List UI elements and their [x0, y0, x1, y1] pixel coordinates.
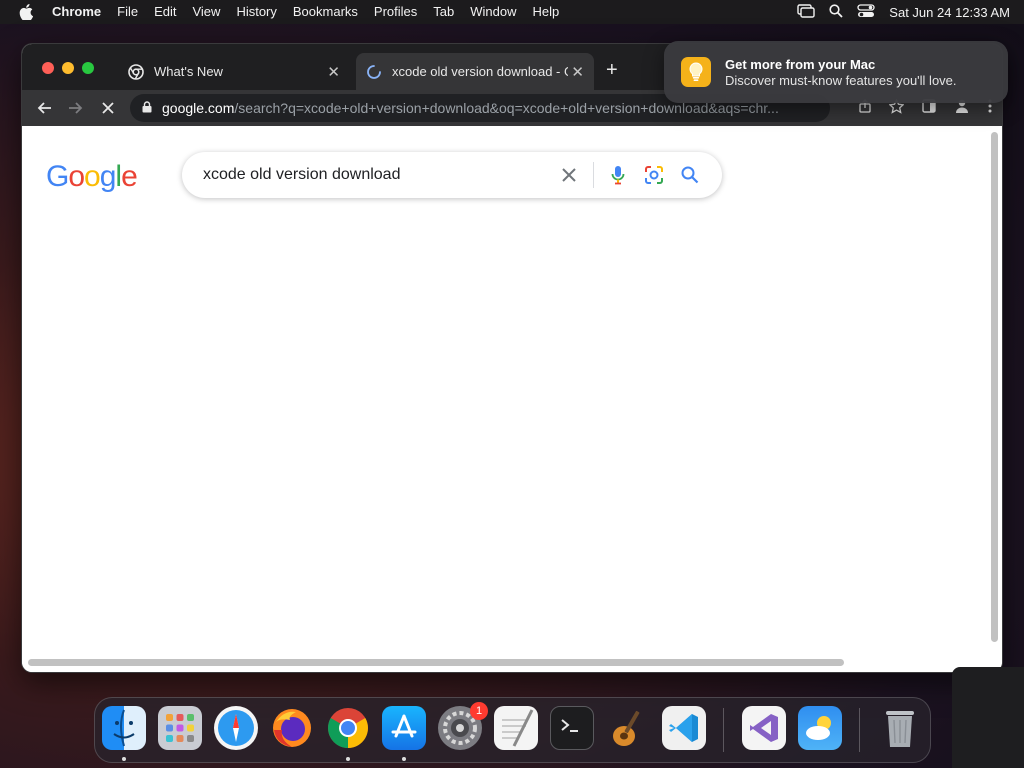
spotlight-search-icon[interactable]	[829, 3, 843, 21]
search-input[interactable]: xcode old version download	[203, 166, 551, 184]
google-logo[interactable]: Google	[46, 160, 138, 194]
back-arrow-icon[interactable]	[34, 98, 54, 118]
dock: 1	[94, 697, 931, 763]
weather-icon[interactable]	[798, 706, 842, 750]
menu-edit[interactable]: Edit	[146, 0, 184, 24]
tab-close-icon[interactable]: ✕	[571, 63, 584, 81]
dock-separator	[723, 708, 724, 752]
menu-view[interactable]: View	[184, 0, 228, 24]
running-indicator	[122, 757, 126, 761]
search-box[interactable]: xcode old version download	[182, 152, 722, 198]
tab-whats-new[interactable]: What's New ✕	[118, 53, 350, 90]
menu-bar: Chrome File Edit View History Bookmarks …	[0, 0, 1024, 24]
lock-icon[interactable]	[142, 100, 152, 116]
running-indicator	[402, 757, 406, 761]
divider	[593, 162, 594, 188]
visual-studio-icon[interactable]	[742, 706, 786, 750]
dock-separator	[859, 708, 860, 752]
menu-profiles[interactable]: Profiles	[366, 0, 425, 24]
garageband-icon[interactable]	[606, 706, 650, 750]
visual-studio-code-icon[interactable]	[662, 706, 706, 750]
firefox-icon[interactable]	[270, 706, 314, 750]
window-controls	[42, 62, 94, 74]
running-indicator	[346, 757, 350, 761]
menu-bookmarks[interactable]: Bookmarks	[285, 0, 366, 24]
apple-menu-icon[interactable]	[0, 0, 52, 24]
loading-spinner-icon	[367, 64, 381, 79]
menu-history[interactable]: History	[228, 0, 284, 24]
vertical-scrollbar[interactable]	[991, 132, 998, 642]
chrome-logo-icon	[128, 63, 144, 80]
forward-arrow-icon[interactable]	[66, 98, 86, 118]
tab-close-icon[interactable]: ✕	[327, 63, 340, 81]
tab-search-active[interactable]: xcode old version download - G ✕	[356, 53, 594, 90]
lightbulb-icon	[681, 57, 711, 87]
horizontal-scrollbar[interactable]	[28, 659, 844, 666]
menu-tab[interactable]: Tab	[425, 0, 462, 24]
stop-loading-icon[interactable]	[98, 98, 118, 118]
search-icon[interactable]	[672, 166, 708, 184]
notification-badge: 1	[470, 702, 488, 720]
notification-body: Discover must-know features you'll love.	[725, 72, 957, 88]
url-host: google.com	[162, 100, 235, 116]
screen-mirroring-icon[interactable]	[797, 3, 815, 21]
notification-title: Get more from your Mac	[725, 56, 876, 72]
control-center-icon[interactable]	[857, 3, 875, 21]
page-content: Google xcode old version download	[22, 126, 1002, 672]
clear-search-icon[interactable]	[551, 167, 587, 183]
menu-app-name[interactable]: Chrome	[52, 0, 109, 24]
trash-icon[interactable]	[878, 706, 922, 750]
zoom-window-button[interactable]	[82, 62, 94, 74]
minimize-window-button[interactable]	[62, 62, 74, 74]
new-tab-button[interactable]: +	[606, 60, 618, 80]
google-chrome-icon[interactable]	[326, 706, 370, 750]
app-store-icon[interactable]	[382, 706, 426, 750]
close-window-button[interactable]	[42, 62, 54, 74]
voice-search-icon[interactable]	[600, 165, 636, 185]
lens-camera-icon[interactable]	[636, 165, 672, 185]
tab-title: What's New	[154, 64, 223, 79]
notification-banner[interactable]: Get more from your Mac Discover must-kno…	[664, 41, 1008, 103]
menu-file[interactable]: File	[109, 0, 146, 24]
launchpad-icon[interactable]	[158, 706, 202, 750]
menubar-clock[interactable]: Sat Jun 24 12:33 AM	[889, 5, 1010, 20]
background-window	[952, 667, 1024, 768]
finder-icon[interactable]	[102, 706, 146, 750]
tab-title: xcode old version download - G	[392, 64, 568, 79]
textedit-icon[interactable]	[494, 706, 538, 750]
safari-icon[interactable]	[214, 706, 258, 750]
menu-window[interactable]: Window	[462, 0, 524, 24]
menu-help[interactable]: Help	[525, 0, 568, 24]
terminal-icon[interactable]	[550, 706, 594, 750]
chrome-window: What's New ✕ xcode old version download …	[22, 44, 1002, 672]
